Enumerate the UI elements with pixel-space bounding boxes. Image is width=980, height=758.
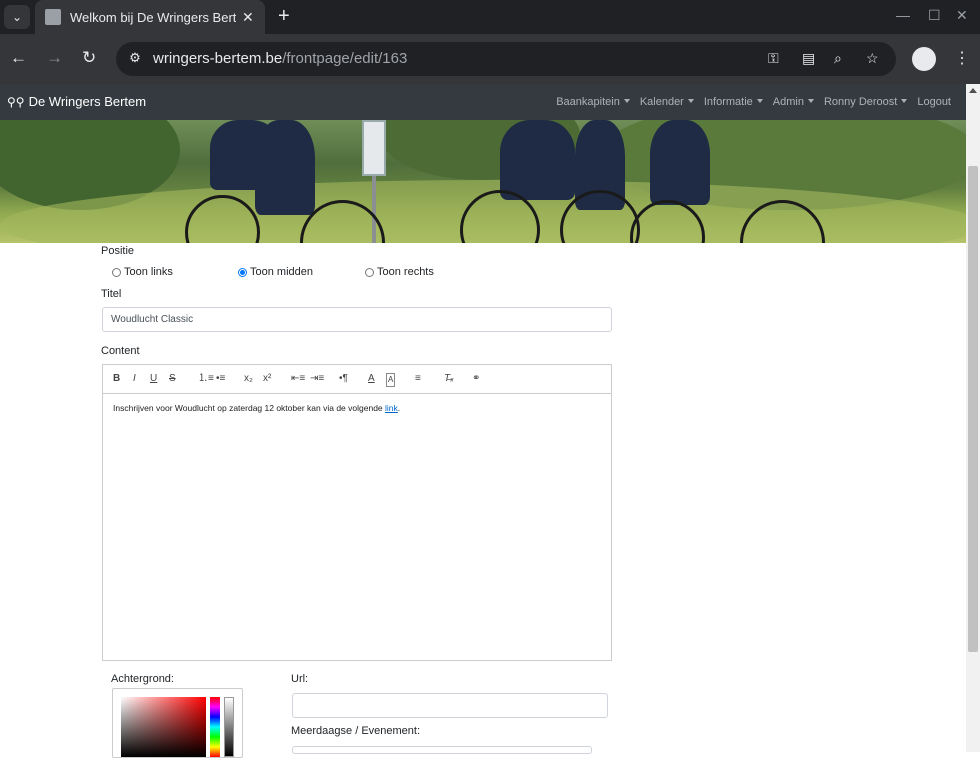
caret-down-icon xyxy=(687,99,694,103)
translate-icon[interactable]: ▤ xyxy=(802,50,815,67)
radio-button[interactable] xyxy=(112,267,121,277)
subscript-button[interactable]: x₂ xyxy=(244,373,253,385)
tab-search-button[interactable]: ⌄ xyxy=(4,5,30,29)
url-input[interactable] xyxy=(292,693,608,718)
radio-toon-midden[interactable]: Toon midden xyxy=(238,266,313,278)
bold-button[interactable]: B xyxy=(113,373,120,385)
caret-down-icon xyxy=(623,99,630,103)
meerdaagse-label: Meerdaagse / Evenement: xyxy=(291,725,421,737)
indent-icon[interactable]: ⇥≡ xyxy=(310,373,324,385)
align-icon[interactable]: ≡ xyxy=(415,373,421,385)
reload-icon[interactable]: ↻ xyxy=(82,48,96,68)
url-label: Url: xyxy=(291,673,309,685)
browser-tab-bar: ⌄ Welkom bij De Wringers Bertem ✕ + — ☐ … xyxy=(0,0,980,34)
outdent-icon[interactable]: ⇤≡ xyxy=(291,373,305,385)
browser-menu-icon[interactable]: ⋮ xyxy=(954,48,970,68)
new-tab-button[interactable]: + xyxy=(278,6,290,26)
nav-admin[interactable]: Admin xyxy=(773,96,814,108)
superscript-button[interactable]: x² xyxy=(263,373,271,385)
nav-informatie[interactable]: Informatie xyxy=(704,96,763,108)
site-brand[interactable]: ⚲⚲ De Wringers Bertem xyxy=(7,94,146,109)
maximize-icon[interactable]: ☐ xyxy=(928,7,941,24)
color-picker xyxy=(112,688,243,758)
radio-button[interactable] xyxy=(365,267,374,277)
content-label: Content xyxy=(101,345,140,357)
nav-kalender[interactable]: Kalender xyxy=(640,96,694,108)
password-key-icon[interactable]: ⚿ xyxy=(768,50,779,67)
editor-body[interactable]: Inschrijven voor Woudlucht op zaterdag 1… xyxy=(103,394,611,422)
minimize-icon[interactable]: — xyxy=(896,7,910,23)
ordered-list-icon[interactable]: ⒈≡ xyxy=(198,373,214,385)
content-editor: B I U S ⒈≡ •≡ x₂ x² ⇤≡ ⇥≡ •¶ A A ≡ T̶ₓ ⚭… xyxy=(102,364,612,661)
radio-toon-links[interactable]: Toon links xyxy=(112,266,173,278)
titel-input[interactable]: Woudlucht Classic xyxy=(102,307,612,332)
content-link[interactable]: link xyxy=(385,403,398,413)
positie-label: Positie xyxy=(101,245,135,257)
profile-avatar-icon[interactable] xyxy=(912,47,936,71)
radio-toon-rechts[interactable]: Toon rechts xyxy=(365,266,434,278)
caret-down-icon xyxy=(807,99,814,103)
scroll-thumb[interactable] xyxy=(968,166,978,652)
bicycle-icon: ⚲⚲ xyxy=(7,94,25,109)
zoom-icon[interactable]: ⌕ xyxy=(834,50,842,67)
link-icon[interactable]: ⚭ xyxy=(472,373,480,385)
bullet-list-icon[interactable]: •≡ xyxy=(216,373,225,385)
underline-button[interactable]: U xyxy=(150,373,157,385)
radio-button-checked[interactable] xyxy=(238,267,247,277)
italic-button[interactable]: I xyxy=(133,373,136,385)
forward-icon[interactable]: → xyxy=(46,48,63,68)
bookmark-star-icon[interactable]: ☆ xyxy=(866,50,879,67)
back-icon[interactable]: ← xyxy=(10,48,27,68)
tab-title: Welkom bij De Wringers Bertem xyxy=(70,9,236,25)
close-tab-icon[interactable]: ✕ xyxy=(242,9,254,26)
nav-baankapitein[interactable]: Baankapitein xyxy=(556,96,630,108)
site-settings-icon[interactable]: ⚙ xyxy=(126,50,144,68)
strikethrough-button[interactable]: S xyxy=(169,373,176,385)
alpha-slider[interactable] xyxy=(224,697,234,757)
road-sign xyxy=(362,120,386,176)
text-direction-icon[interactable]: •¶ xyxy=(339,373,348,385)
achtergrond-label: Achtergrond: xyxy=(111,673,174,685)
meerdaagse-select[interactable] xyxy=(292,746,592,754)
nav-menu: Baankapitein Kalender Informatie Admin R… xyxy=(556,96,951,108)
favicon-icon xyxy=(45,9,61,25)
browser-toolbar: ← → ↻ ⚙ wringers-bertem.be/frontpage/edi… xyxy=(0,34,980,84)
titel-label: Titel xyxy=(101,288,122,300)
caret-down-icon xyxy=(901,99,908,103)
caret-down-icon xyxy=(756,99,763,103)
browser-tab[interactable]: Welkom bij De Wringers Bertem ✕ xyxy=(35,0,265,34)
address-bar[interactable]: ⚙ wringers-bertem.be/frontpage/edit/163 … xyxy=(116,42,896,76)
close-window-icon[interactable]: ✕ xyxy=(956,7,968,24)
editor-toolbar: B I U S ⒈≡ •≡ x₂ x² ⇤≡ ⇥≡ •¶ A A ≡ T̶ₓ ⚭ xyxy=(103,365,611,394)
clear-format-icon[interactable]: T̶ₓ xyxy=(444,373,454,385)
scroll-up-icon[interactable] xyxy=(969,88,977,93)
site-navbar: ⚲⚲ De Wringers Bertem Baankapitein Kalen… xyxy=(0,84,966,120)
hero-banner-image xyxy=(0,120,966,243)
url-text[interactable]: wringers-bertem.be/frontpage/edit/163 xyxy=(153,50,407,67)
color-saturation-area[interactable] xyxy=(121,697,206,757)
hue-slider[interactable] xyxy=(210,697,220,757)
font-color-icon[interactable]: A xyxy=(368,373,375,385)
page-scrollbar[interactable] xyxy=(966,84,980,752)
nav-user[interactable]: Ronny Deroost xyxy=(824,96,908,108)
nav-logout[interactable]: Logout xyxy=(917,96,951,108)
brand-label: De Wringers Bertem xyxy=(28,94,147,109)
background-color-icon[interactable]: A xyxy=(386,373,396,387)
